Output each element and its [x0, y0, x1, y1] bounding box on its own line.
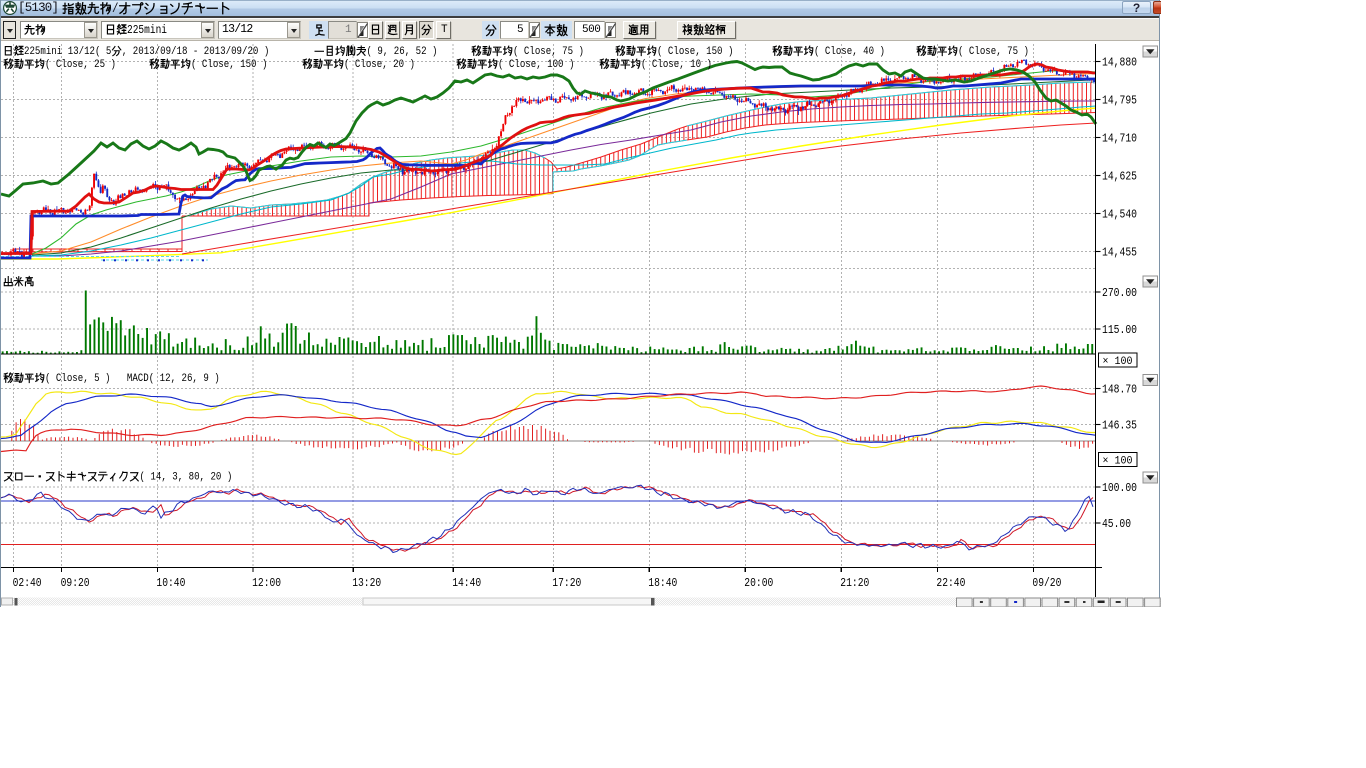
svg-text:12:00: 12:00 [252, 577, 281, 590]
svg-text:( Close, 40 ): ( Close, 40 ) [814, 46, 885, 58]
svg-text:10:40: 10:40 [156, 577, 185, 590]
svg-text:( Close, 75 ): ( Close, 75 ) [958, 46, 1029, 58]
svg-text:( Close, 75 ): ( Close, 75 ) [513, 46, 584, 58]
svg-text:( 9, 26, 52 ): ( 9, 26, 52 ) [367, 46, 438, 58]
svg-text:( Close, 25 ): ( Close, 25 ) [45, 59, 116, 71]
svg-text:270.00: 270.00 [1102, 286, 1137, 300]
svg-text:14,625: 14,625 [1102, 170, 1137, 184]
svg-text:45.00: 45.00 [1102, 517, 1131, 531]
svg-text:14,710: 14,710 [1102, 132, 1137, 146]
svg-text:( Close, 20 ): ( Close, 20 ) [344, 59, 415, 71]
svg-text:14,455: 14,455 [1102, 246, 1137, 260]
svg-text:20:00: 20:00 [744, 577, 773, 590]
svg-text:100.00: 100.00 [1102, 481, 1137, 495]
svg-text:22:40: 22:40 [936, 577, 965, 590]
svg-text:14:40: 14:40 [452, 577, 481, 590]
svg-text:14,880: 14,880 [1102, 56, 1137, 70]
svg-text:14,795: 14,795 [1102, 94, 1137, 108]
svg-text:09:20: 09:20 [61, 577, 90, 590]
svg-text:( Close, 150 ): ( Close, 150 ) [191, 59, 267, 71]
svg-text:× 100: × 100 [1103, 456, 1133, 468]
svg-text:, 2013/09/18 - 2013/09/20 ): , 2013/09/18 - 2013/09/20 ) [122, 46, 269, 58]
svg-text:( Close, 150 ): ( Close, 150 ) [657, 46, 733, 58]
svg-text:115.00: 115.00 [1102, 323, 1137, 337]
svg-text:02:40: 02:40 [13, 577, 42, 590]
svg-text:( Close, 5 ) MACD( 12, 26, 9: ( Close, 5 ) MACD( 12, 26, 9 ) [45, 373, 220, 385]
svg-text:225mini 13/12( 5: 225mini 13/12( 5 [24, 46, 111, 58]
svg-text:148.70: 148.70 [1102, 383, 1137, 397]
svg-text:× 100: × 100 [1103, 356, 1133, 368]
svg-text:13:20: 13:20 [352, 577, 381, 590]
svg-text:18:40: 18:40 [648, 577, 677, 590]
svg-text:21:20: 21:20 [840, 577, 869, 590]
svg-text:14,540: 14,540 [1102, 208, 1137, 222]
svg-text:( Close, 10 ): ( Close, 10 ) [641, 59, 712, 71]
svg-text:09/20: 09/20 [1032, 577, 1061, 590]
svg-text:( Close, 100 ): ( Close, 100 ) [498, 59, 574, 71]
svg-text:17:20: 17:20 [552, 577, 581, 590]
svg-text:146.35: 146.35 [1102, 419, 1137, 433]
svg-text:( 14, 3, 80, 20 ): ( 14, 3, 80, 20 ) [140, 472, 233, 484]
